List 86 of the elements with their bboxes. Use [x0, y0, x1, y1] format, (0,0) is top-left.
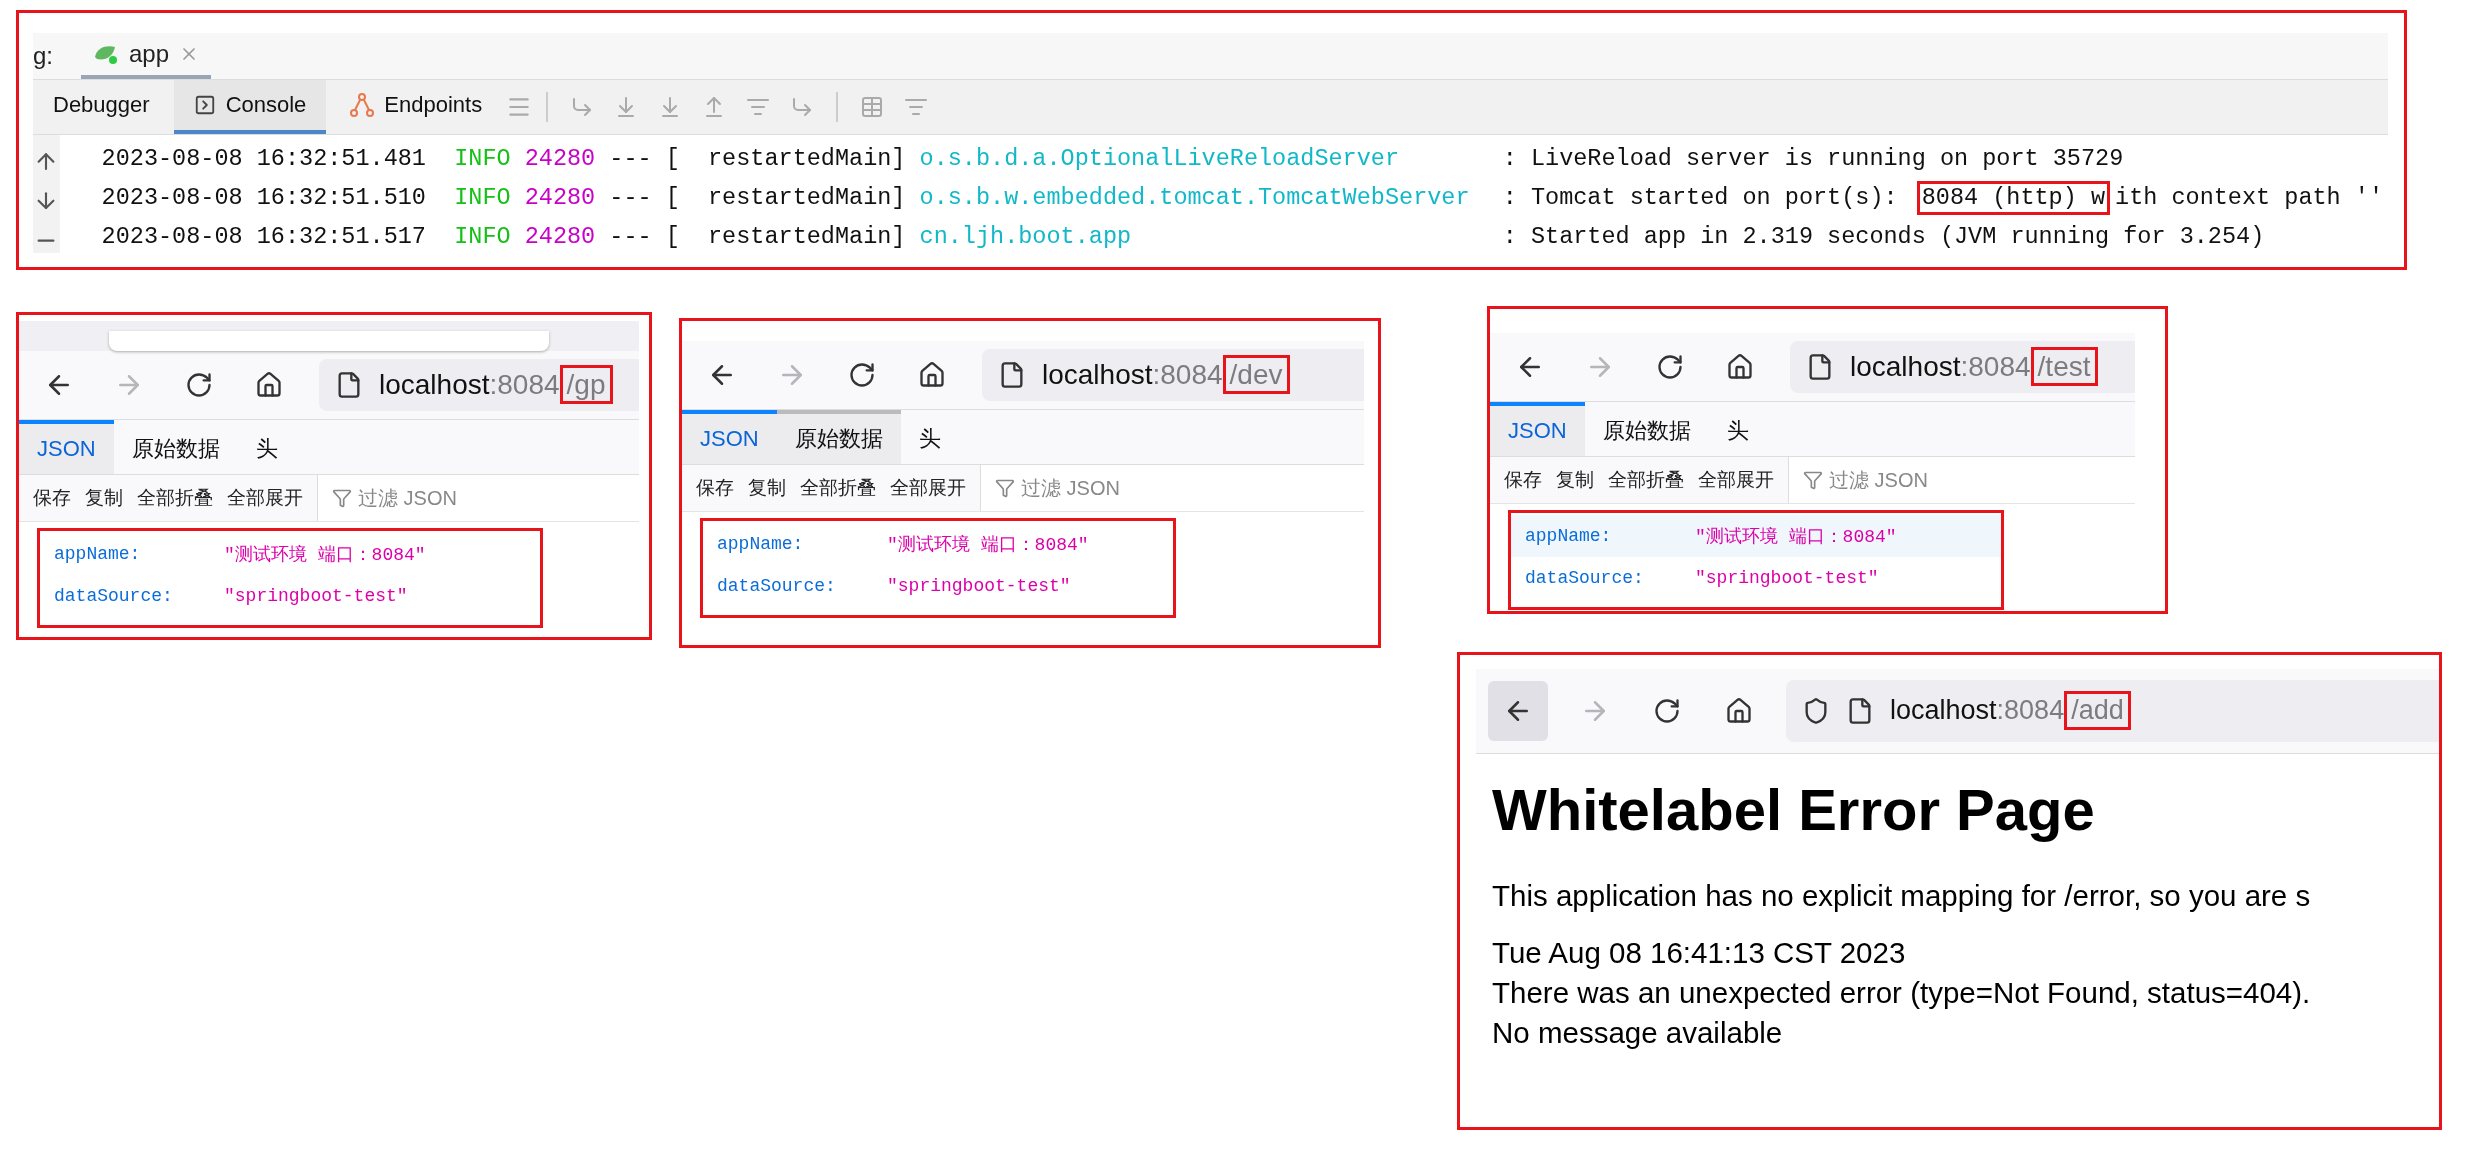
toolbar-action[interactable]: 全部展开	[890, 475, 966, 501]
home-icon	[1725, 697, 1753, 725]
viewer-tab[interactable]: JSON	[19, 420, 114, 474]
error-detail: There was an unexpected error (type=Not Found, status=404).	[1492, 975, 2312, 1011]
toolbar-action[interactable]: 复制	[748, 475, 786, 501]
log-pid: 24280	[524, 222, 596, 252]
log-logger: o.s.b.d.a.OptionalLiveReloadServer	[919, 144, 1401, 174]
log-pid: 24280	[524, 144, 596, 174]
filter-icon	[995, 478, 1015, 498]
viewer-tab[interactable]: 头	[1708, 402, 1767, 456]
home-icon	[918, 361, 946, 389]
filter-icon	[1803, 470, 1823, 490]
toolbar-action[interactable]: 保存	[33, 485, 71, 511]
toolbar-action[interactable]: 全部折叠	[800, 475, 876, 501]
log-separator: --- [	[609, 144, 680, 174]
log-level: INFO	[454, 183, 511, 213]
log-thread: restartedMain]	[707, 222, 906, 252]
home-icon	[1726, 353, 1754, 381]
json-key: dataSource:	[1525, 568, 1695, 588]
address-bar[interactable]: localhost:8084 /gp	[319, 359, 639, 411]
error-detail: No message available	[1492, 1015, 1784, 1051]
viewer-tab[interactable]: 原始数据	[776, 410, 901, 464]
log-logger: cn.ljh.boot.app	[919, 222, 1133, 252]
viewer-tab[interactable]: JSON	[682, 410, 777, 464]
toolbar-action[interactable]: 复制	[1556, 467, 1594, 493]
leaf-icon	[93, 43, 119, 65]
json-value: "springboot-test"	[1695, 568, 1879, 588]
log-separator: --- [	[609, 183, 680, 213]
json-key: appName:	[717, 534, 887, 554]
log-logger: o.s.b.w.embedded.tomcat.TomcatWebServer	[919, 183, 1471, 213]
session-label: g:	[33, 42, 53, 70]
toolbar-action[interactable]: 保存	[1504, 467, 1542, 493]
toolbar-action[interactable]: 复制	[85, 485, 123, 511]
log-message: : LiveReload server is running on port 35729	[1501, 144, 2125, 174]
filter-icon	[332, 488, 352, 508]
reload-icon	[848, 361, 876, 389]
toolbar-action[interactable]: 全部展开	[227, 485, 303, 511]
filter-field[interactable]: 过滤 JSON	[317, 475, 639, 521]
viewer-tab[interactable]: 原始数据	[1584, 402, 1709, 456]
reload-icon	[185, 371, 213, 399]
toolbar-action[interactable]: 保存	[696, 475, 734, 501]
json-key: appName:	[1525, 526, 1695, 546]
console-tab[interactable]: Endpoints	[330, 80, 503, 134]
json-key: dataSource:	[54, 586, 224, 606]
log-timestamp: 2023-08-08 16:32:51.481	[101, 144, 426, 174]
log-timestamp: 2023-08-08 16:32:51.517	[101, 222, 426, 252]
toolbar-action[interactable]: 全部展开	[1698, 467, 1774, 493]
page-title: Whitelabel Error Page	[1492, 776, 2096, 843]
filter-field[interactable]: 过滤 JSON	[980, 465, 1364, 511]
json-value: "测试环境 端口：8084"	[1695, 526, 1897, 548]
reload-icon	[1656, 353, 1684, 381]
toolbar-action[interactable]: 全部折叠	[1608, 467, 1684, 493]
toolbar-action[interactable]: 全部折叠	[137, 485, 213, 511]
endpoints-icon	[350, 93, 375, 117]
filter-field[interactable]: 过滤 JSON	[1788, 457, 2135, 503]
json-key: appName:	[54, 544, 224, 564]
json-key: dataSource:	[717, 576, 887, 596]
back-button[interactable]	[1488, 681, 1548, 741]
log-level: INFO	[454, 222, 511, 252]
log-separator: --- [	[609, 222, 680, 252]
json-value: "springboot-test"	[887, 576, 1071, 596]
log-level: INFO	[454, 144, 511, 174]
error-paragraph: This application has no explicit mapping for /error, so you are s	[1492, 879, 2312, 913]
viewer-tab[interactable]: 头	[900, 410, 959, 464]
log-message: : Tomcat started on port(s): 8084 (http) w ith context path ''	[1497, 178, 2388, 217]
json-value: "springboot-test"	[224, 586, 408, 606]
reload-icon	[1653, 697, 1681, 725]
json-value: "测试环境 端口：8084"	[887, 534, 1089, 556]
url-text[interactable]: localhost:8084 /add	[1890, 689, 2131, 733]
json-value: "测试环境 端口：8084"	[224, 544, 426, 566]
log-timestamp: 2023-08-08 16:32:51.510	[101, 183, 426, 213]
console-tab[interactable]: Console	[173, 80, 327, 134]
address-bar[interactable]: localhost:8084 /add	[1786, 680, 2439, 742]
address-bar[interactable]: localhost:8084 /dev	[982, 349, 1364, 401]
viewer-tab[interactable]: JSON	[1490, 402, 1585, 456]
viewer-tab[interactable]: 原始数据	[113, 420, 238, 474]
viewer-tab[interactable]: 头	[237, 420, 296, 474]
terminal-icon	[193, 94, 216, 116]
log-thread: restartedMain]	[707, 183, 906, 213]
console-tab[interactable]: Debugger	[33, 80, 170, 134]
log-thread: restartedMain]	[707, 144, 906, 174]
error-detail: Tue Aug 08 16:41:13 CST 2023	[1492, 935, 1907, 971]
home-icon	[255, 371, 283, 399]
log-pid: 24280	[524, 183, 596, 213]
log-message: : Started app in 2.319 seconds (JVM running for 3.254)	[1501, 222, 2266, 252]
address-bar[interactable]: localhost:8084 /test	[1790, 341, 2135, 393]
